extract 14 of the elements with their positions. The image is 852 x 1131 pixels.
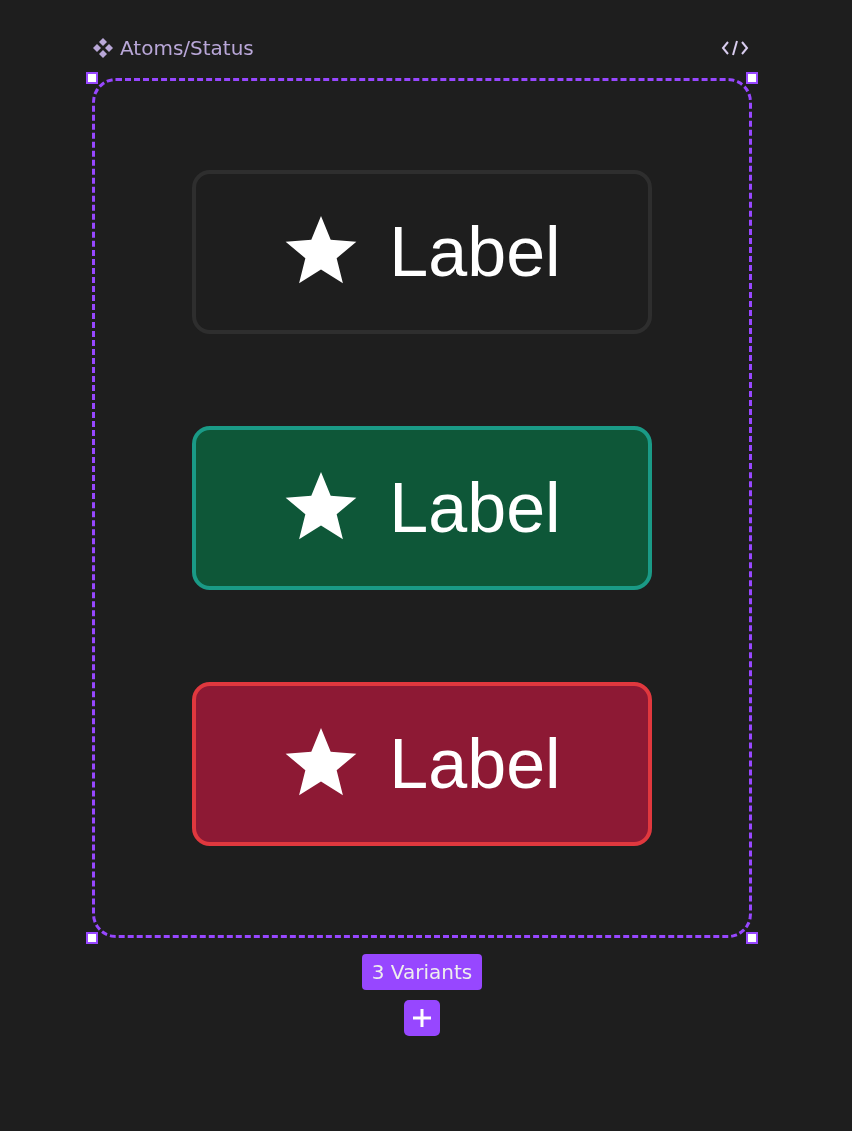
code-icon[interactable] (720, 38, 750, 58)
resize-handle[interactable] (86, 72, 98, 84)
status-label: Label (389, 729, 561, 799)
variants-badge: 3 Variants (361, 954, 483, 990)
resize-handle[interactable] (746, 932, 758, 944)
component-set-title[interactable]: Atoms/Status (120, 36, 254, 60)
status-label: Label (389, 473, 561, 543)
plus-icon (411, 1007, 433, 1029)
component-set-icon (92, 37, 114, 59)
component-set-frame[interactable]: Label Label Label (92, 78, 752, 938)
resize-handle[interactable] (746, 72, 758, 84)
status-label: Label (389, 217, 561, 287)
add-variant-button[interactable] (404, 1000, 440, 1036)
resize-handle[interactable] (86, 932, 98, 944)
